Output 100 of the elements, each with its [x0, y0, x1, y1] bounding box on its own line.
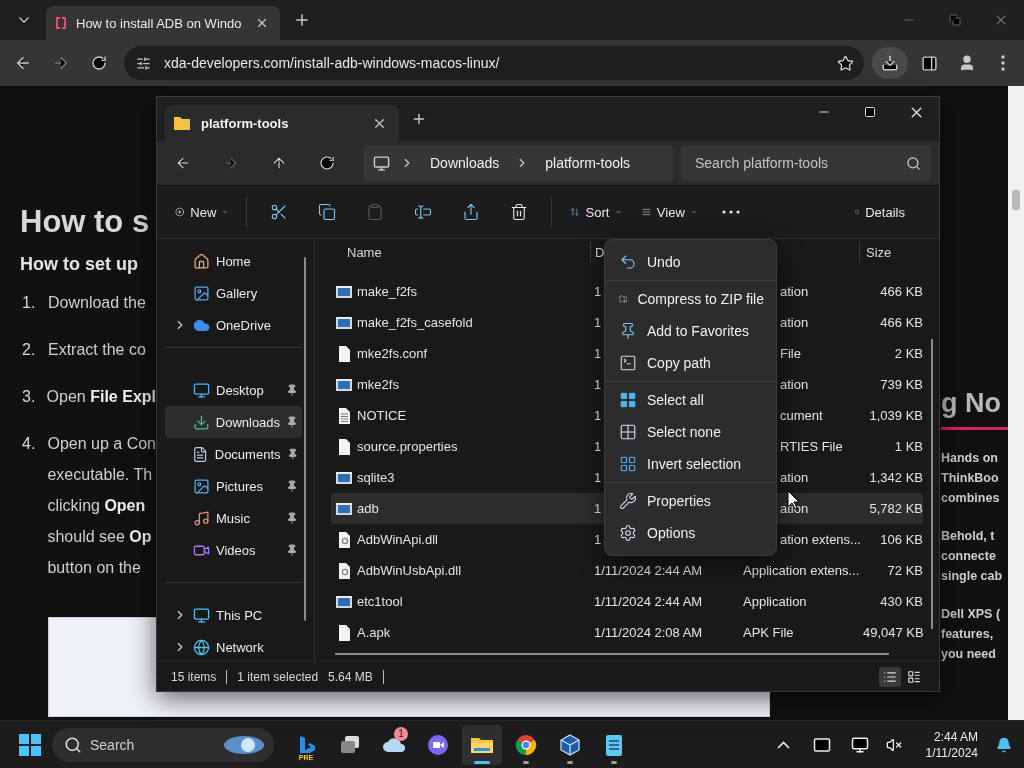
close-icon	[255, 16, 269, 30]
application-file-icon	[335, 283, 353, 300]
page-scrollbar[interactable]	[1008, 86, 1024, 720]
type-cell: cument	[780, 408, 823, 423]
name-column-header[interactable]: Name	[335, 241, 590, 263]
download-button[interactable]	[872, 47, 908, 79]
size-column-header[interactable]: Size	[859, 241, 923, 263]
step-text: clicking Open	[47, 496, 147, 516]
date-cell: 1	[594, 377, 602, 392]
clipboard-icon	[366, 203, 385, 221]
size-cell: 72 KB	[887, 563, 923, 578]
clock-date: 1/11/2024	[925, 744, 978, 761]
file-name: mke2fs.conf	[357, 346, 428, 361]
pin-icon	[619, 322, 637, 340]
menu-item[interactable]: Compress to ZIP file	[609, 283, 772, 315]
navigation-item[interactable]: Home	[165, 245, 302, 277]
navigation-item[interactable]: Videos	[165, 534, 302, 566]
menu-item[interactable]: Copy path	[609, 347, 772, 379]
navigation-item[interactable]: Network	[165, 631, 302, 663]
folder-icon	[173, 115, 191, 131]
menu-item[interactable]: Invert selection	[609, 448, 772, 480]
breadcrumb-item[interactable]: platform-tools	[539, 155, 637, 171]
side-panel-icon	[920, 54, 938, 72]
sidebar-scrollbar[interactable]	[304, 257, 306, 621]
select-none-icon	[619, 423, 637, 441]
settings-icon	[619, 524, 637, 542]
type-cell: File	[780, 346, 801, 361]
tiles-icon	[907, 669, 921, 684]
file-name: NOTICE	[357, 408, 407, 423]
browser-tab[interactable]: How to install ADB on Windo	[46, 6, 280, 40]
type-cell: ation	[780, 377, 809, 392]
star-icon	[836, 54, 854, 72]
undo-icon	[619, 253, 637, 271]
navigation-item[interactable]: OneDrive	[165, 309, 302, 341]
file-name: make_f2fs_casefold	[357, 315, 473, 330]
navigation-item[interactable]: Desktop	[165, 374, 302, 406]
details-view-button[interactable]	[879, 666, 901, 687]
navigation-item[interactable]: Documents	[165, 438, 302, 470]
type-cell: APK File	[743, 625, 794, 640]
step-number: 3.	[21, 387, 37, 407]
menu-item[interactable]: Add to Favorites	[609, 315, 772, 347]
computer-icon	[373, 154, 390, 172]
running-indicator	[523, 760, 529, 764]
step-number: 2.	[21, 340, 37, 360]
menu-item[interactable]: Select none	[609, 416, 772, 448]
item-count: 15 items	[171, 669, 217, 684]
folder-tab[interactable]: platform-tools	[165, 105, 399, 141]
running-indicator	[474, 760, 490, 764]
home-icon	[193, 252, 210, 270]
rename-icon	[414, 203, 433, 221]
taskbar-app-button[interactable]: 1	[374, 724, 414, 765]
navigation-item[interactable]: Music	[165, 502, 302, 534]
date-cell: 1	[594, 439, 602, 454]
details-button[interactable]: Details	[848, 194, 911, 230]
menu-item[interactable]: Select all	[609, 384, 772, 416]
date-cell: 1	[594, 315, 602, 330]
taskbar-app-button[interactable]	[462, 724, 502, 765]
sort-button[interactable]: Sort	[564, 194, 628, 230]
download-icon	[881, 54, 899, 72]
picture-icon	[193, 284, 210, 302]
folder-search-field[interactable]: Search platform-tools	[681, 145, 931, 181]
date-cell: 1	[594, 284, 602, 299]
type-cell: ation extens...	[780, 532, 861, 547]
horizontal-scrollbar[interactable]	[335, 653, 889, 655]
size-cell: 49,047 KB	[863, 625, 924, 640]
search-icon	[64, 735, 82, 754]
navigation-item[interactable]: Downloads	[165, 406, 302, 438]
address-bar[interactable]: xda-developers.com/install-adb-windows-macos-linux/	[124, 46, 864, 80]
new-button[interactable]: New	[169, 194, 235, 230]
file-name: AdbWinUsbApi.dll	[357, 563, 462, 578]
breadcrumb-item[interactable]: Downloads	[424, 155, 506, 171]
scroll-thumb[interactable]	[1012, 190, 1020, 210]
navigation-item[interactable]: Pictures	[165, 470, 302, 502]
menu-item[interactable]: Options	[609, 517, 772, 549]
menu-item[interactable]: Undo	[609, 246, 772, 278]
selection-info: 1 item selected	[237, 669, 319, 684]
application-file-icon	[335, 593, 353, 610]
address-bar[interactable]: Downloads platform-tools	[363, 145, 673, 181]
article-link-text: features,	[941, 626, 995, 643]
article-link-text: connecte	[941, 548, 997, 565]
monitor-icon	[850, 735, 869, 754]
video-chat-icon	[426, 732, 450, 757]
vertical-scrollbar[interactable]	[931, 339, 933, 629]
type-cell: RTIES File	[780, 439, 843, 454]
navigation-item[interactable]: This PC	[165, 599, 302, 631]
refresh-icon	[319, 155, 335, 171]
notification-badge: 1	[394, 726, 408, 741]
taskbar-search-field[interactable]: Search	[52, 727, 274, 762]
windows-start-icon[interactable]	[18, 732, 42, 757]
article-link-text: single cab	[941, 568, 1004, 585]
menu-item[interactable]: Properties	[609, 485, 772, 517]
share-icon	[462, 203, 481, 221]
chevron-up-icon	[777, 740, 790, 749]
navigation-item[interactable]: Gallery	[165, 277, 302, 309]
copy-icon	[318, 203, 337, 221]
article-link-text: combines	[941, 490, 1001, 507]
view-button[interactable]: View	[635, 194, 703, 230]
notepad-icon	[603, 732, 625, 757]
forward-arrow-icon	[52, 54, 70, 72]
size-cell: 2 KB	[894, 346, 923, 361]
